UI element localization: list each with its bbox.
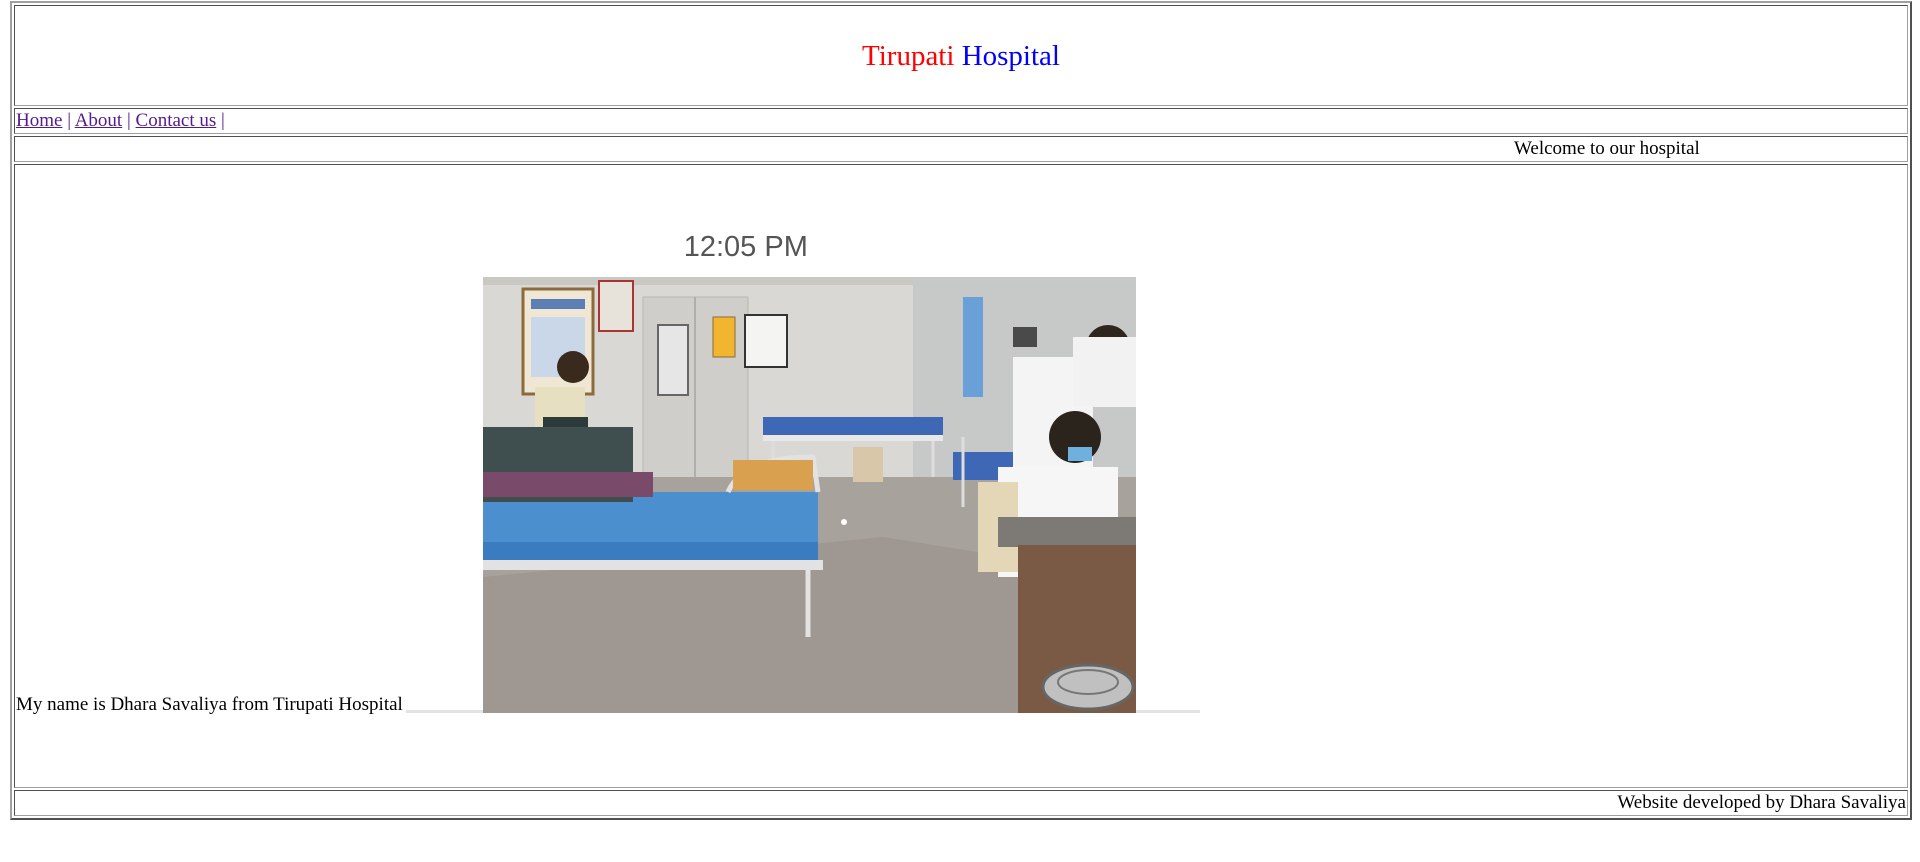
marquee-bar: Welcome to our hospital <box>14 136 1908 162</box>
hospital-ward-photo <box>482 277 1136 713</box>
footer-credit: Website developed by Dhara Savaliya <box>1617 792 1906 813</box>
nav-separator: | <box>221 110 225 131</box>
horizontal-rule-with-image: 12:05 PM <box>405 233 1200 716</box>
site-title-part2: Hospital <box>961 39 1060 72</box>
nav-separator: | <box>126 110 131 131</box>
nav-link-home[interactable]: Home <box>16 110 62 131</box>
marquee-text: Welcome to our hospital <box>1514 138 1700 159</box>
footer: Website developed by Dhara Savaliya <box>14 790 1908 816</box>
header: Tirupati Hospital <box>14 5 1908 106</box>
nav-separator: | <box>67 110 71 131</box>
main-content: My name is Dhara Savaliya from Tirupati … <box>14 164 1908 788</box>
nav-bar: Home | About | Contact us | <box>14 108 1908 134</box>
nav-link-contact[interactable]: Contact us <box>136 110 217 131</box>
site-title-part1: Tirupati <box>862 39 955 72</box>
intro-line: My name is Dhara Savaliya from Tirupati … <box>16 233 1906 716</box>
page-layout-table: Tirupati Hospital Home | About | Contact… <box>10 1 1912 820</box>
nav-link-about[interactable]: About <box>75 110 123 131</box>
intro-text: My name is Dhara Savaliya from Tirupati … <box>16 694 403 715</box>
